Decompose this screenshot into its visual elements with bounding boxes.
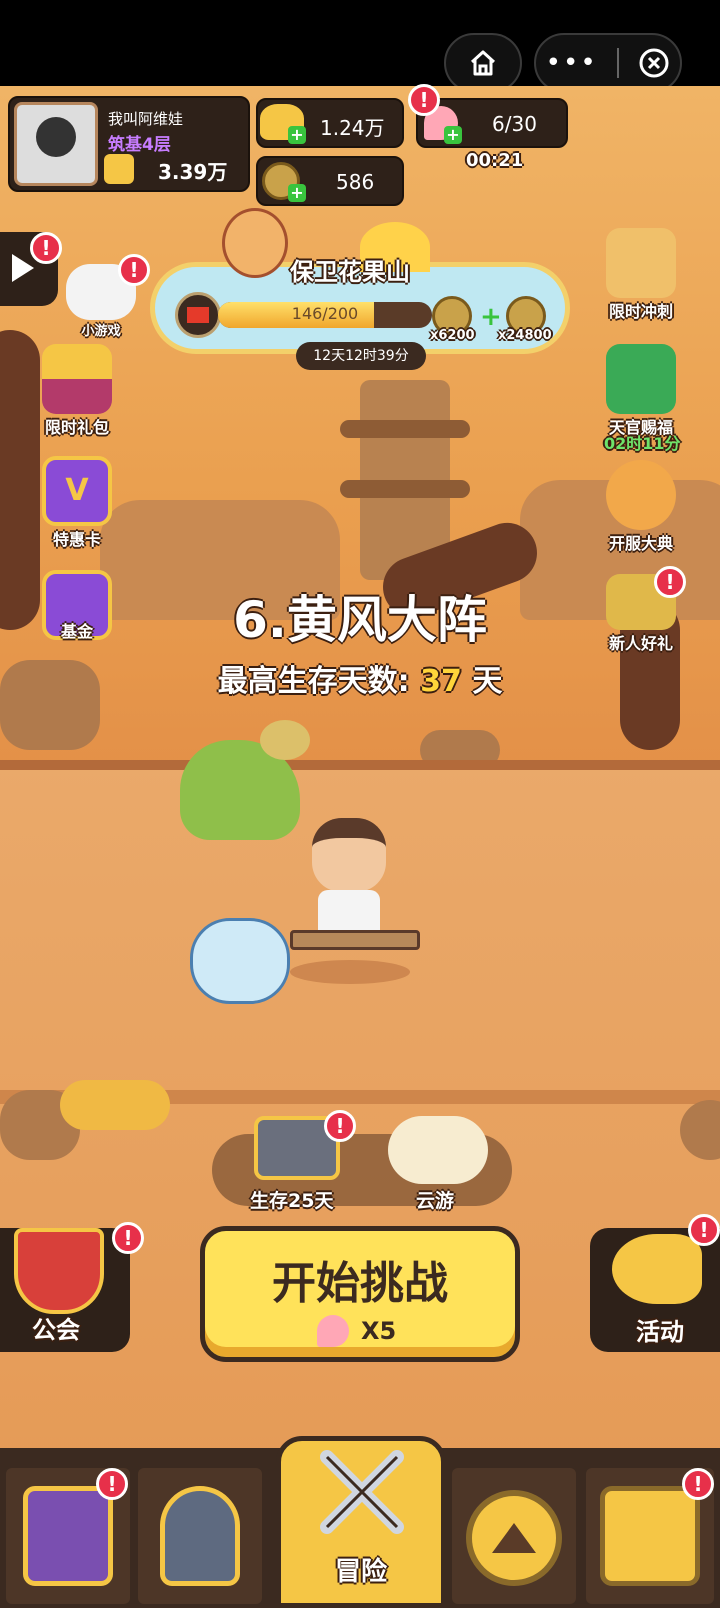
start-challenge-button[interactable]: 开始挑战 X5 <box>200 1226 520 1362</box>
server-open-button[interactable]: 开服大典 <box>596 460 686 554</box>
treasure-box-icon <box>600 1486 700 1586</box>
blessing-timer: 02时11分 <box>604 434 681 453</box>
discount-card-button[interactable]: V 特惠卡 <box>32 456 122 550</box>
hero-shadow <box>290 960 410 984</box>
play-icon <box>12 254 34 282</box>
event-progress-text: 146/200 <box>291 304 359 323</box>
add-icon[interactable]: + <box>444 126 462 144</box>
gold-ingot-counter[interactable]: + 1.24万 <box>256 98 404 148</box>
event-countdown: 12天12时39分 <box>296 342 426 370</box>
guild-banner-icon <box>14 1228 104 1314</box>
upgrade-arrow-icon <box>466 1490 562 1586</box>
helmet-icon <box>160 1486 240 1586</box>
coin-amount: 586 <box>336 170 375 194</box>
chest-label: 生存25天 <box>250 1190 334 1212</box>
nav-equipment[interactable] <box>138 1468 262 1604</box>
cloud-travel-button[interactable] <box>388 1116 488 1184</box>
notification-badge: ! <box>408 84 440 116</box>
player-power: 3.39万 <box>158 160 228 184</box>
fan-icon <box>606 344 676 414</box>
hourglass-icon <box>606 228 676 298</box>
cloud-label: 云游 <box>416 1190 455 1212</box>
gold-ingot-amount: 1.24万 <box>320 116 385 140</box>
add-icon[interactable]: + <box>288 184 306 202</box>
pagoda-roof <box>340 420 470 438</box>
horn-icon <box>612 1234 702 1304</box>
ground-edge <box>0 760 720 770</box>
event-title: 保卫花果山 <box>290 258 410 286</box>
notification-badge: ! <box>30 232 62 264</box>
home-button[interactable] <box>444 33 522 93</box>
notification-badge: ! <box>96 1468 128 1500</box>
peach-timer: 00:21 <box>466 150 524 171</box>
start-label: 开始挑战 <box>272 1258 448 1309</box>
wooden-sword <box>290 930 420 950</box>
nav-upgrade[interactable] <box>452 1468 576 1604</box>
gift-bag-icon <box>42 344 112 414</box>
drum-icon <box>606 460 676 530</box>
player-panel[interactable]: 我叫阿维娃 筑基4层 3.39万 <box>8 96 250 192</box>
limited-gift-button[interactable]: 限时礼包 <box>32 344 122 438</box>
ice-lion-pet <box>190 918 290 1004</box>
dragon-head <box>260 720 310 760</box>
activity-button[interactable]: 活动 <box>590 1228 720 1352</box>
pagoda-roof <box>340 480 470 498</box>
more-icon[interactable]: ••• <box>546 48 598 78</box>
avatar[interactable] <box>14 102 98 186</box>
shop-icon <box>23 1486 113 1586</box>
stage-name: 6.黄风大阵 <box>233 591 487 649</box>
player-realm: 筑基4层 <box>108 135 171 155</box>
notification-badge: ! <box>682 1468 714 1500</box>
home-icon <box>470 50 496 76</box>
reward2-amount: x24800 <box>498 328 552 343</box>
hero-head <box>312 818 386 892</box>
start-cost: X5 <box>361 1317 397 1345</box>
crossed-swords-icon <box>320 1450 404 1534</box>
guild-button[interactable]: 公会 <box>0 1228 130 1352</box>
vip-card-icon: V <box>42 456 112 526</box>
notification-badge: ! <box>688 1214 720 1246</box>
golden-bush <box>60 1080 170 1130</box>
flag-icon <box>175 292 221 338</box>
mini-program-capsule: ••• <box>534 33 682 93</box>
nav-adventure[interactable]: 冒险 <box>276 1436 446 1608</box>
blessing-button[interactable]: 天官赐福 <box>596 344 686 438</box>
survival-days: 37 <box>420 664 462 699</box>
player-name: 我叫阿维娃 <box>108 110 184 128</box>
notification-badge: ! <box>118 254 150 286</box>
add-icon[interactable]: + <box>288 126 306 144</box>
peach-amount: 6/30 <box>492 112 537 136</box>
notification-badge: ! <box>324 1110 356 1142</box>
monkey-king-avatar <box>222 208 288 278</box>
limited-sprint-button[interactable]: 限时冲刺 <box>596 228 686 322</box>
cloud-icon <box>388 1116 488 1184</box>
capsule-divider <box>617 48 619 78</box>
coin-counter[interactable]: + 586 <box>256 156 404 206</box>
stage-survival: 最高生存天数: 37 天 <box>217 664 503 699</box>
peach-icon <box>317 1315 349 1347</box>
power-icon <box>104 154 134 184</box>
notification-badge: ! <box>112 1222 144 1254</box>
close-icon[interactable] <box>638 47 670 79</box>
reward1-amount: x6200 <box>430 328 475 343</box>
